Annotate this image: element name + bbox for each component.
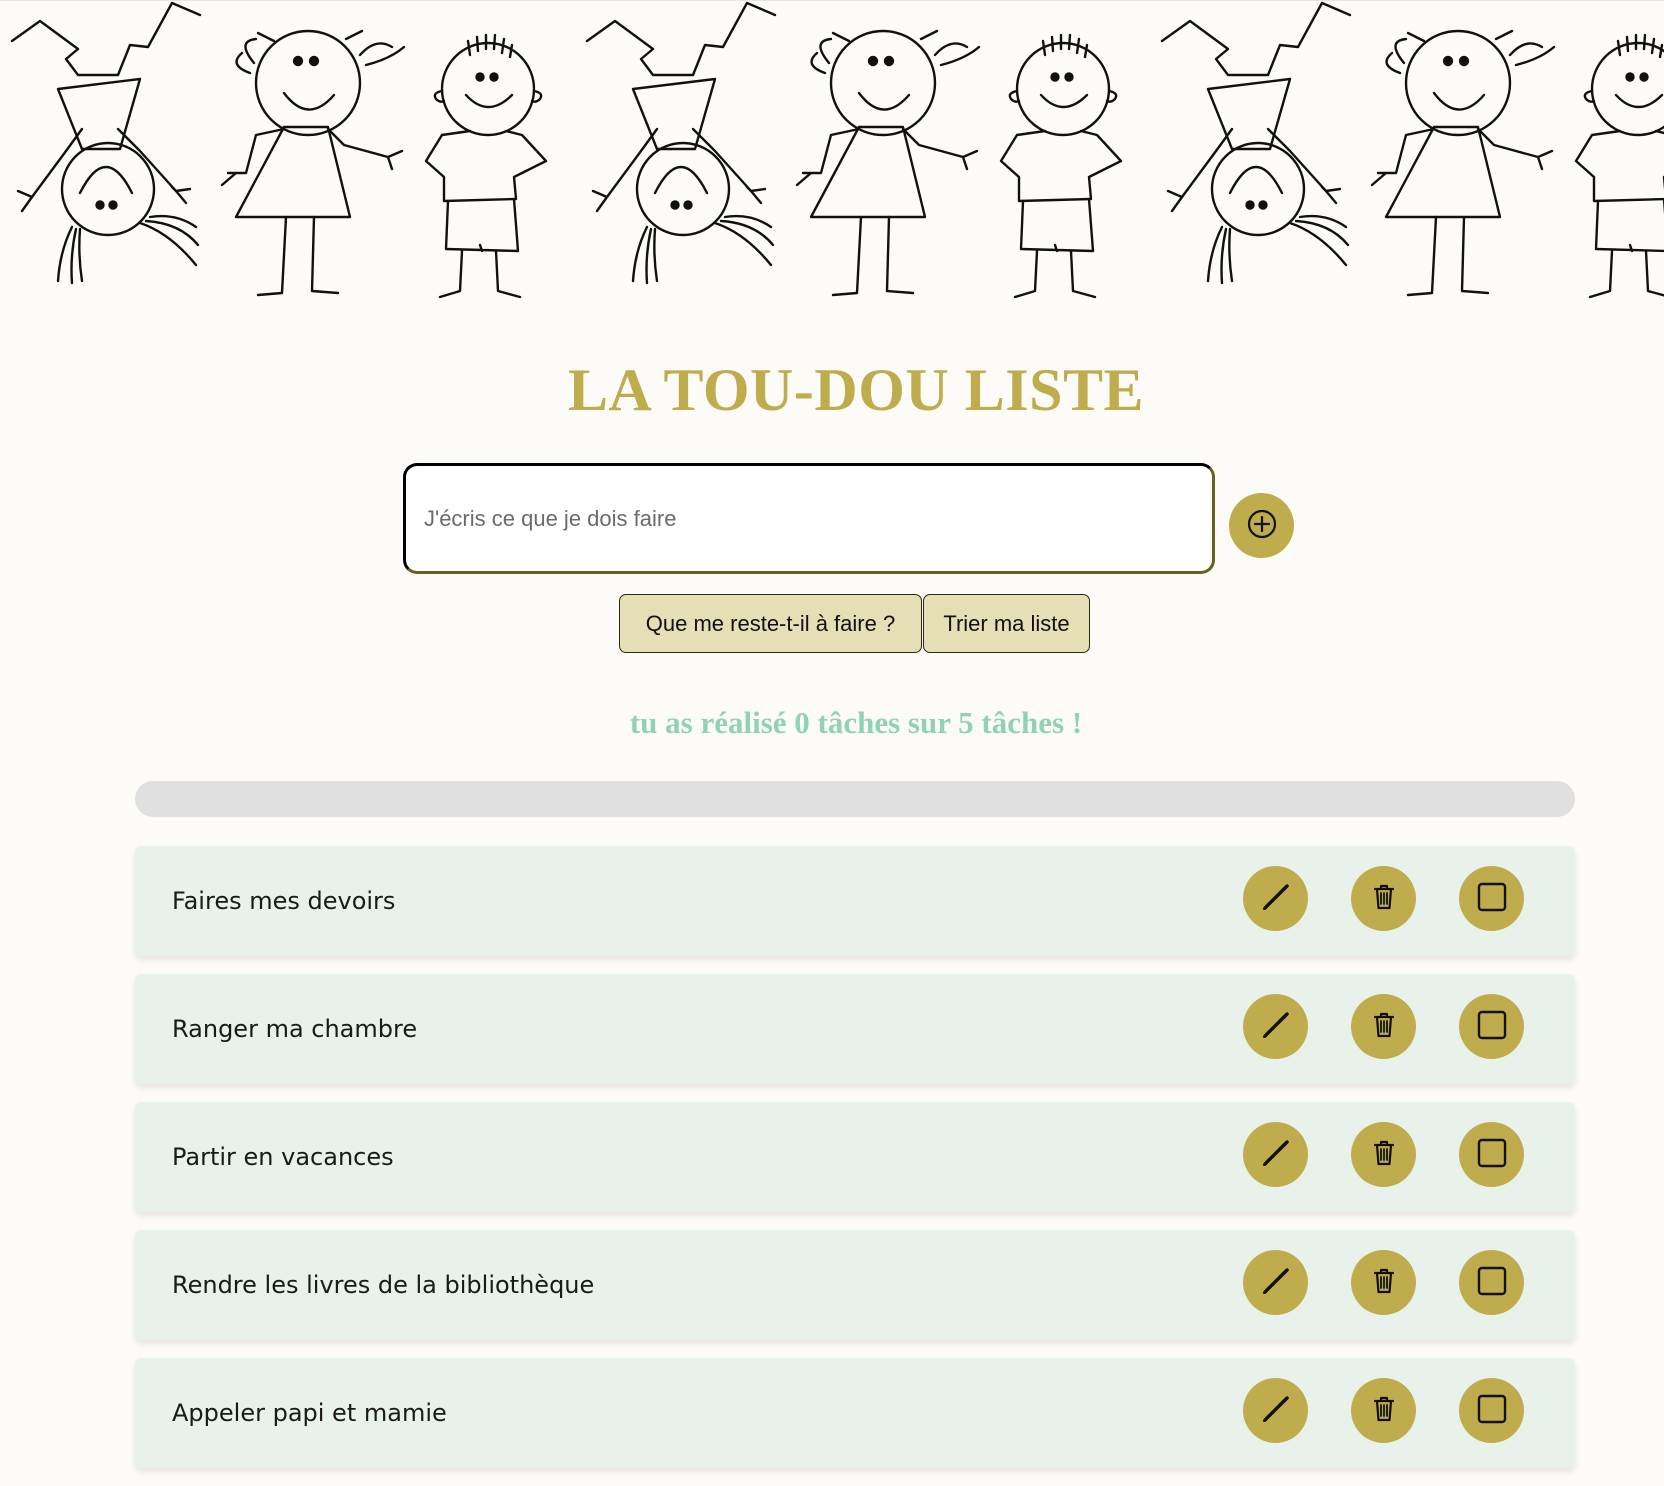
checkbox-empty-icon (1476, 1137, 1508, 1172)
task-row: Faires mes devoirs (135, 846, 1575, 956)
progress-bar (135, 781, 1575, 817)
edit-task-button[interactable] (1243, 994, 1308, 1059)
complete-task-button[interactable] (1459, 866, 1524, 931)
edit-task-button[interactable] (1243, 1122, 1308, 1187)
edit-task-button[interactable] (1243, 1378, 1308, 1443)
task-row: Partir en vacances (135, 1102, 1575, 1212)
complete-task-button[interactable] (1459, 1378, 1524, 1443)
task-list: Faires mes devoirs Ranger ma chambre Par… (135, 846, 1575, 1486)
delete-task-button[interactable] (1351, 866, 1416, 931)
trash-icon (1368, 1393, 1400, 1428)
task-label: Faires mes devoirs (172, 887, 396, 915)
task-label: Rendre les livres de la bibliothèque (172, 1271, 595, 1299)
complete-task-button[interactable] (1459, 994, 1524, 1059)
pencil-icon (1259, 1392, 1293, 1429)
trash-icon (1368, 881, 1400, 916)
edit-task-button[interactable] (1243, 1250, 1308, 1315)
add-task-button[interactable] (1229, 493, 1294, 558)
task-row: Appeler papi et mamie (135, 1358, 1575, 1468)
plus-circle-icon (1246, 508, 1278, 543)
new-task-input[interactable] (403, 463, 1215, 574)
delete-task-button[interactable] (1351, 994, 1416, 1059)
checkbox-empty-icon (1476, 1009, 1508, 1044)
trash-icon (1368, 1009, 1400, 1044)
task-label: Ranger ma chambre (172, 1015, 418, 1043)
task-row: Rendre les livres de la bibliothèque (135, 1230, 1575, 1340)
checkbox-empty-icon (1476, 881, 1508, 916)
progress-text: tu as réalisé 0 tâches sur 5 tâches ! (629, 705, 1083, 740)
edit-task-button[interactable] (1243, 866, 1308, 931)
trash-icon (1368, 1265, 1400, 1300)
delete-task-button[interactable] (1351, 1378, 1416, 1443)
pencil-icon (1259, 1264, 1293, 1301)
checkbox-empty-icon (1476, 1265, 1508, 1300)
task-label: Partir en vacances (172, 1143, 394, 1171)
task-label: Appeler papi et mamie (172, 1399, 447, 1427)
header-banner-image (0, 0, 1664, 311)
checkbox-empty-icon (1476, 1393, 1508, 1428)
pencil-icon (1259, 1008, 1293, 1045)
complete-task-button[interactable] (1459, 1122, 1524, 1187)
delete-task-button[interactable] (1351, 1122, 1416, 1187)
page-title: LA TOU-DOU LISTE (568, 357, 1144, 423)
task-row: Ranger ma chambre (135, 974, 1575, 1084)
trash-icon (1368, 1137, 1400, 1172)
delete-task-button[interactable] (1351, 1250, 1416, 1315)
complete-task-button[interactable] (1459, 1250, 1524, 1315)
pencil-icon (1259, 880, 1293, 917)
pencil-icon (1259, 1136, 1293, 1173)
sort-list-button[interactable]: Trier ma liste (923, 594, 1090, 653)
remaining-tasks-button[interactable]: Que me reste-t-il à faire ? (619, 594, 922, 653)
